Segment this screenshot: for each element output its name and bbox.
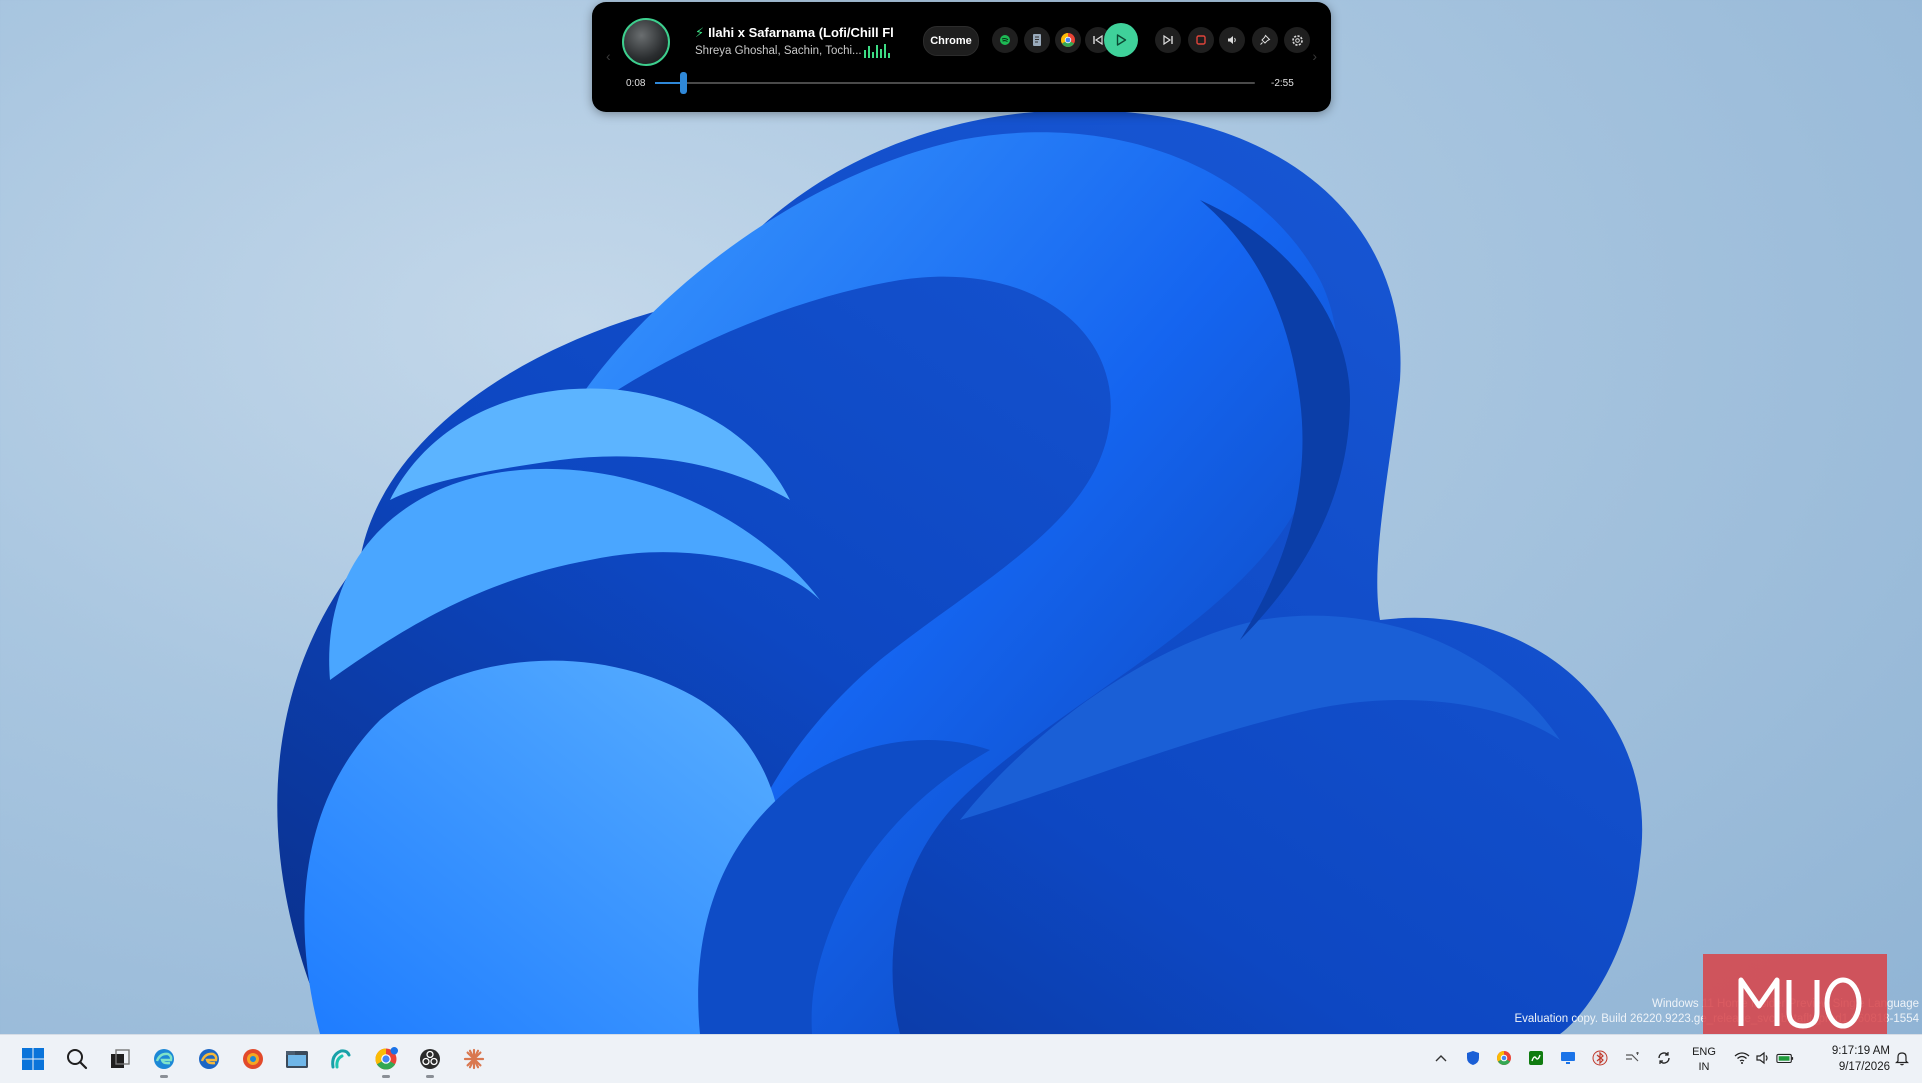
language-code: ENG: [1692, 1046, 1716, 1058]
bolt-icon: ⚡: [695, 25, 705, 40]
media-flyout: ‹ › ⚡ Ilahi x Safarnama (Lofi/Chill Flip …: [592, 2, 1331, 112]
edge-beta-icon[interactable]: [150, 1045, 178, 1078]
notification-bell-icon[interactable]: [1893, 1049, 1911, 1067]
pin-icon[interactable]: [1252, 27, 1278, 53]
settings-icon[interactable]: [1284, 27, 1310, 53]
edge-canary-icon[interactable]: [239, 1045, 267, 1073]
defender-icon[interactable]: [1464, 1049, 1482, 1067]
stop-icon[interactable]: [1188, 27, 1214, 53]
input-language-indicator[interactable]: ENG IN: [1690, 1045, 1718, 1075]
copilot-icon[interactable]: [327, 1045, 355, 1073]
play-button[interactable]: [1104, 23, 1138, 57]
search-icon[interactable]: [63, 1045, 91, 1073]
notes-icon[interactable]: [1024, 27, 1050, 53]
sync-icon[interactable]: [1655, 1049, 1673, 1067]
chrome-icon[interactable]: [372, 1045, 400, 1078]
next-icon[interactable]: [1155, 27, 1181, 53]
elapsed-time: 0:08: [626, 78, 646, 89]
flyout-previous-session-icon[interactable]: ‹: [606, 48, 611, 64]
equalizer-icon: [864, 44, 890, 58]
claude-icon[interactable]: [460, 1045, 488, 1073]
flyout-next-session-icon[interactable]: ›: [1312, 48, 1317, 64]
speaker-icon[interactable]: [1754, 1049, 1772, 1067]
running-indicator: [426, 1075, 434, 1078]
chrome-tray-icon[interactable]: [1495, 1049, 1513, 1067]
edge-dev-icon[interactable]: [195, 1045, 223, 1073]
windows-start-icon[interactable]: [19, 1045, 47, 1073]
clock-date: 9/17/2026: [1838, 1061, 1890, 1073]
taskbar: ENG IN 9:17:19 AM 9/17/2026: [0, 1034, 1922, 1083]
volume-icon[interactable]: [1219, 27, 1245, 53]
seek-bar-fill: [655, 82, 683, 84]
album-art[interactable]: [622, 18, 670, 66]
source-app-button[interactable]: Chrome: [923, 26, 979, 56]
battery-icon[interactable]: [1776, 1049, 1794, 1067]
region-code: IN: [1698, 1061, 1710, 1073]
spotify-icon[interactable]: [992, 27, 1018, 53]
seek-bar-thumb[interactable]: [680, 72, 687, 94]
system-clock[interactable]: 9:17:19 AM 9/17/2026: [1800, 1043, 1890, 1075]
seek-bar[interactable]: [655, 72, 1255, 94]
running-indicator: [382, 1075, 390, 1078]
remaining-time: -2:55: [1271, 78, 1294, 89]
obs-icon[interactable]: [416, 1045, 444, 1078]
clock-time: 9:17:19 AM: [1831, 1045, 1890, 1057]
task-view-icon[interactable]: [106, 1045, 134, 1073]
track-title: ⚡ Ilahi x Safarnama (Lofi/Chill Flip: [695, 25, 893, 40]
show-hidden-icons-chevron[interactable]: [1432, 1049, 1450, 1067]
bluetooth-icon[interactable]: [1591, 1049, 1609, 1067]
wifi-icon[interactable]: [1733, 1049, 1751, 1067]
track-artist: Shreya Ghoshal, Sachin, Tochi...: [695, 45, 862, 57]
file-explorer-icon[interactable]: [283, 1045, 311, 1073]
onedrive-icon[interactable]: [1623, 1049, 1641, 1067]
play-icon: [1116, 34, 1127, 46]
desktop-wallpaper: [277, 110, 1643, 1034]
running-indicator: [160, 1075, 168, 1078]
xbox-icon[interactable]: [1527, 1049, 1545, 1067]
chrome-icon[interactable]: [1055, 27, 1081, 53]
display-icon[interactable]: [1559, 1049, 1577, 1067]
